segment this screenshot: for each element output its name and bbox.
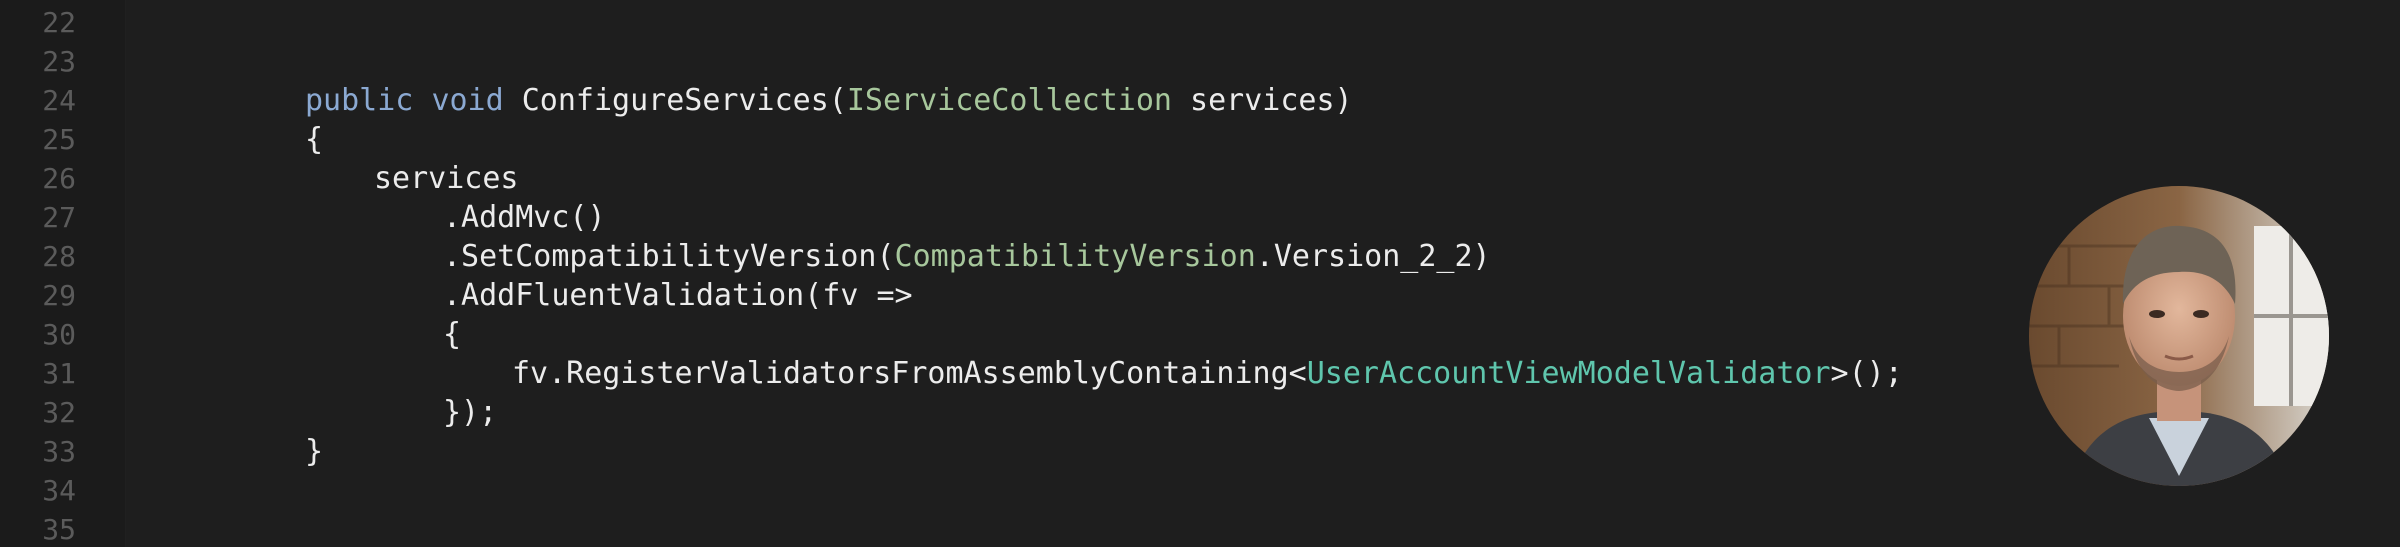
line-number: 32 bbox=[42, 396, 76, 429]
line-number: 33 bbox=[42, 435, 76, 468]
presenter-photo-icon bbox=[2029, 186, 2329, 486]
code-token: .AddMvc() bbox=[443, 200, 606, 235]
code-token: services) bbox=[1171, 83, 1353, 118]
line-number: 23 bbox=[42, 45, 76, 78]
line-number: 22 bbox=[42, 6, 76, 39]
code-token: .SetCompatibilityVersion( bbox=[443, 239, 895, 274]
code-text: .SetCompatibilityVersion(CompatibilityVe… bbox=[443, 237, 1491, 276]
line-number: 31 bbox=[42, 357, 76, 390]
code-token: IServiceCollection bbox=[846, 83, 1172, 118]
code-token: public bbox=[305, 83, 414, 118]
code-token: fv.RegisterValidatorsFromAssemblyContain… bbox=[512, 356, 1307, 391]
line-number: 27 bbox=[42, 201, 76, 234]
code-text: services bbox=[374, 159, 519, 198]
line-number: 25 bbox=[42, 123, 76, 156]
line-number: 24 bbox=[42, 84, 76, 117]
code-text: { bbox=[443, 315, 461, 354]
code-token: }); bbox=[443, 395, 498, 430]
code-line[interactable]: 23 bbox=[0, 42, 2400, 81]
code-line[interactable]: 25 { bbox=[0, 120, 2400, 159]
code-token: { bbox=[305, 122, 324, 157]
code-token: CompatibilityVersion bbox=[894, 239, 1256, 274]
code-text: .AddFluentValidation(fv => bbox=[443, 276, 913, 315]
code-text: fv.RegisterValidatorsFromAssemblyContain… bbox=[512, 354, 1903, 393]
code-text: } bbox=[305, 432, 323, 471]
code-token: services bbox=[374, 161, 519, 196]
code-token: void bbox=[431, 83, 504, 118]
code-text: public void ConfigureServices(IServiceCo… bbox=[305, 81, 1353, 120]
code-editor[interactable]: 22 23 24 public void ConfigureServices(ISer… bbox=[0, 0, 2400, 547]
code-text: }); bbox=[443, 393, 497, 432]
code-line[interactable]: 35 bbox=[0, 510, 2400, 547]
code-line[interactable]: 32}); bbox=[0, 393, 2400, 432]
code-token: { bbox=[443, 317, 462, 352]
presenter-avatar bbox=[2029, 186, 2329, 486]
code-text: { bbox=[305, 120, 323, 159]
code-text: .AddMvc() bbox=[443, 198, 606, 237]
line-number: 30 bbox=[42, 318, 76, 351]
code-line[interactable]: 26 services bbox=[0, 159, 2400, 198]
code-line[interactable]: 28 .SetCompatibilityVersion(Compatibility… bbox=[0, 237, 2400, 276]
code-token: ConfigureServices( bbox=[503, 83, 847, 118]
code-token: .Version_2_2) bbox=[1255, 239, 1491, 274]
line-number: 35 bbox=[42, 513, 76, 546]
code-line[interactable]: 27 .AddMvc() bbox=[0, 198, 2400, 237]
line-number: 29 bbox=[42, 279, 76, 312]
line-number: 34 bbox=[42, 474, 76, 507]
line-number: 28 bbox=[42, 240, 76, 273]
code-line[interactable]: 33} bbox=[0, 432, 2400, 471]
line-number: 26 bbox=[42, 162, 76, 195]
code-token: >(); bbox=[1830, 356, 1903, 391]
code-line[interactable]: 24 public void ConfigureServices(IService… bbox=[0, 81, 2400, 120]
code-token: UserAccountViewModelValidator bbox=[1306, 356, 1831, 391]
code-token: .AddFluentValidation(fv => bbox=[443, 278, 913, 313]
code-token: } bbox=[305, 434, 324, 469]
code-line[interactable]: 22 bbox=[0, 3, 2400, 42]
code-line[interactable]: 34 bbox=[0, 471, 2400, 510]
